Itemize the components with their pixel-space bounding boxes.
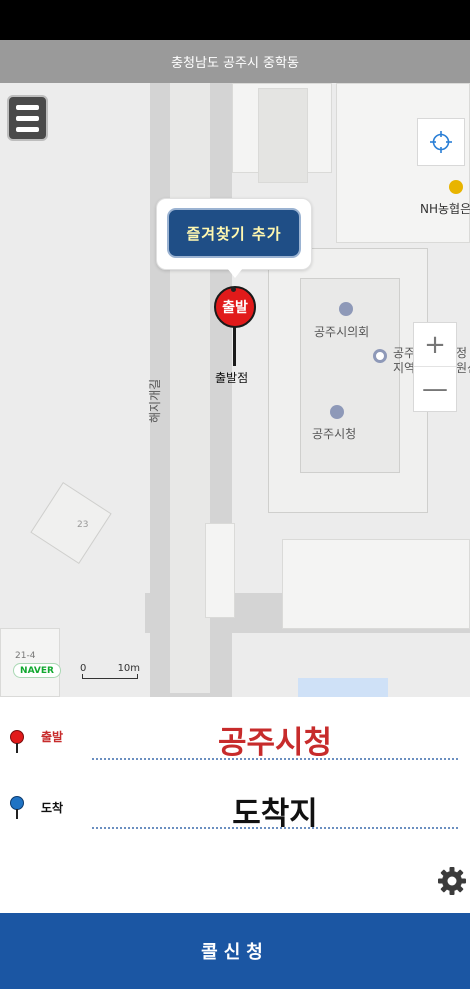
map-block (282, 539, 470, 629)
pin-badge: 출발 (222, 300, 248, 316)
label-lot: 23 (77, 520, 89, 530)
arrival-underline (92, 827, 458, 829)
parking-lot (258, 88, 308, 183)
gear-icon[interactable] (437, 866, 467, 896)
pin-caption: 출발점 (215, 371, 249, 385)
naver-logo: NAVER (13, 663, 61, 678)
building-23 (30, 482, 112, 564)
building-icon (339, 302, 353, 316)
arrival-pin-icon (10, 796, 24, 810)
zoom-control: + — (413, 322, 457, 412)
zoom-in-button[interactable]: + (414, 323, 456, 367)
location-dot-icon (373, 349, 387, 363)
bank-icon (449, 180, 463, 194)
label-bank: NH농협은 (420, 202, 470, 216)
label-council: 공주시의회 (314, 325, 370, 339)
label-road: 해지개길 (148, 378, 162, 423)
scale-label: 0 10m (80, 663, 141, 674)
zoom-out-button[interactable]: — (414, 367, 456, 411)
label-partial: 지역 (393, 361, 416, 375)
departure-label: 출발 (41, 730, 64, 744)
pin-dot (231, 287, 236, 292)
water-area (298, 678, 388, 697)
label-cityhall: 공주시청 (312, 427, 357, 441)
add-favorite-button[interactable]: 즐겨찾기 추가 (167, 208, 301, 258)
crosshair-icon (430, 131, 452, 153)
map-view[interactable]: NH농협은 공주시의회 공주 지역 정 원신 공주시청 해지개길 23 21-4 (0, 83, 470, 697)
departure-value[interactable]: 공주시청 (92, 717, 458, 762)
route-panel: 출발 공주시청 도착 도착지 (0, 697, 470, 847)
departure-underline (92, 758, 458, 760)
location-bar: 충청남도 공주시 중학동 (0, 40, 470, 83)
status-bar (0, 0, 470, 40)
menu-icon (16, 104, 39, 110)
label-partial: 원신 (456, 361, 470, 375)
arrival-row[interactable]: 도착 도착지 (0, 769, 470, 841)
favorite-callout: 즐겨찾기 추가 (156, 198, 312, 278)
label-lot: 21-4 (15, 651, 36, 661)
pin-stick (233, 326, 236, 366)
building-icon (330, 405, 344, 419)
departure-row[interactable]: 출발 공주시청 (0, 697, 470, 769)
scale-bar (82, 674, 138, 679)
call-request-button[interactable]: 콜신청 (0, 913, 470, 989)
address-text: 충청남도 공주시 중학동 (171, 56, 299, 71)
departure-pin[interactable]: 출발 (214, 286, 256, 328)
map-block (205, 523, 235, 618)
departure-pin-icon (10, 730, 24, 744)
menu-button[interactable] (7, 95, 48, 141)
settings-area (0, 847, 470, 913)
arrival-label: 도착 (41, 801, 64, 815)
road-shoulder (170, 83, 210, 693)
locate-button[interactable] (417, 118, 465, 166)
